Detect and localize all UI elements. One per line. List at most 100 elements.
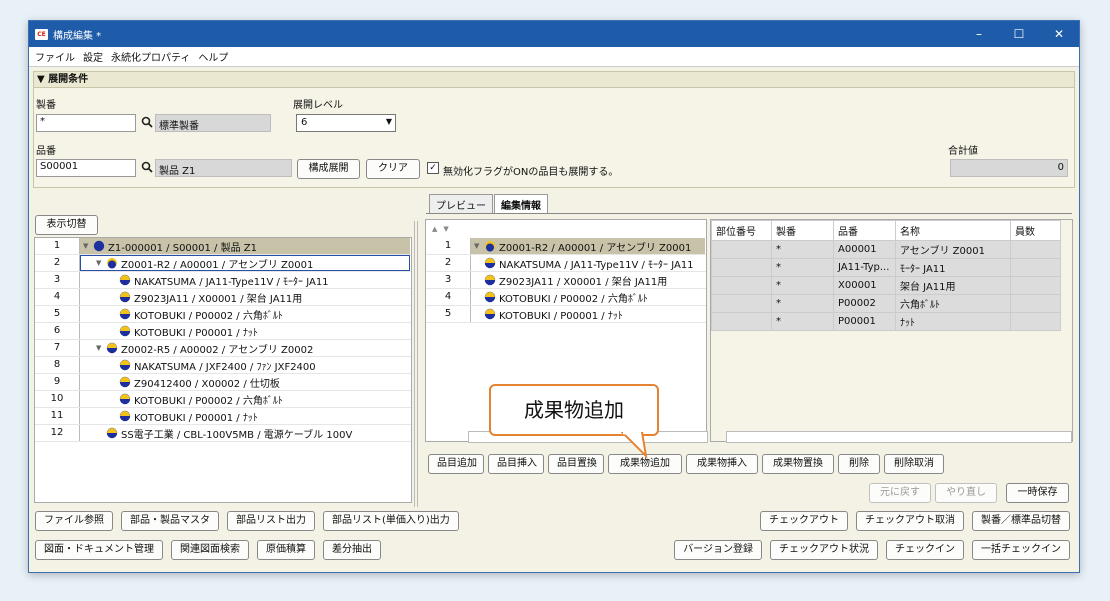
grid-cell[interactable]: 六角ﾎﾞﾙﾄ: [895, 294, 1011, 313]
add-item-button[interactable]: 品目追加: [428, 454, 484, 474]
grid-row[interactable]: * JA11-Typ... ﾓｰﾀｰ JA11: [711, 258, 1061, 277]
grid-cell[interactable]: P00001: [833, 312, 896, 331]
tree-row[interactable]: 6 KOTOBUKI / P00001 / ﾅｯﾄ: [35, 323, 411, 340]
sort-down-icon[interactable]: ▼: [443, 225, 448, 233]
grid-cell[interactable]: [1010, 312, 1061, 331]
grid-cell[interactable]: *: [771, 240, 834, 259]
grid-row[interactable]: * X00001 架台 JA11用: [711, 276, 1061, 295]
grid-cell[interactable]: 架台 JA11用: [895, 276, 1011, 295]
grid-cell[interactable]: *: [771, 276, 834, 295]
grid-cell[interactable]: ﾅｯﾄ: [895, 312, 1011, 331]
grid-cell[interactable]: [711, 240, 772, 259]
menu-persist-props[interactable]: 永続化プロパティ: [111, 49, 190, 64]
clear-button[interactable]: クリア: [366, 159, 420, 179]
temp-save-button[interactable]: 一時保存: [1006, 483, 1069, 503]
sort-up-icon[interactable]: ▲: [432, 225, 437, 233]
grid-header[interactable]: 製番: [771, 220, 834, 241]
undo-delete-button[interactable]: 削除取消: [884, 454, 944, 474]
expansion-conditions-header[interactable]: ▼ 展開条件: [34, 72, 1074, 88]
grid-header[interactable]: 員数: [1010, 220, 1061, 241]
grid-header[interactable]: 名称: [895, 220, 1011, 241]
tree-row[interactable]: 7 ▼ Z0002-R5 / A00002 / アセンブリ Z0002: [35, 340, 411, 357]
cost-estimate-button[interactable]: 原価積算: [257, 540, 315, 560]
expand-toggle-icon[interactable]: ▼: [96, 259, 104, 267]
seiban-input[interactable]: *: [36, 114, 136, 132]
tree-row[interactable]: 9 Z90412400 / X00002 / 仕切板: [35, 374, 411, 391]
minimize-button[interactable]: –: [959, 27, 999, 41]
grid-header[interactable]: 品番: [833, 220, 896, 241]
menu-file[interactable]: ファイル: [35, 49, 75, 64]
close-button[interactable]: ✕: [1039, 27, 1079, 41]
grid-cell[interactable]: [711, 276, 772, 295]
maximize-button[interactable]: ☐: [999, 27, 1039, 41]
related-drawing-search-button[interactable]: 関連図面検索: [171, 540, 249, 560]
grid-cell[interactable]: ﾓｰﾀｰ JA11: [895, 258, 1011, 277]
replace-item-button[interactable]: 品目置換: [548, 454, 604, 474]
tab-edit-info[interactable]: 編集情報: [494, 194, 548, 213]
tree-row[interactable]: 3 Z9023JA11 / X00001 / 架台 JA11用: [426, 272, 706, 289]
parts-list-export-button[interactable]: 部品リスト出力: [227, 511, 315, 531]
insert-deliverable-button[interactable]: 成果物挿入: [686, 454, 758, 474]
tree-row[interactable]: 4 Z9023JA11 / X00001 / 架台 JA11用: [35, 289, 411, 306]
grid-cell[interactable]: [711, 312, 772, 331]
tree-row[interactable]: 11 KOTOBUKI / P00001 / ﾅｯﾄ: [35, 408, 411, 425]
title-bar[interactable]: CE 構成編集 * – ☐ ✕: [29, 21, 1079, 47]
undo-button[interactable]: 元に戻す: [869, 483, 931, 503]
parts-list-price-export-button[interactable]: 部品リスト(単価入り)出力: [323, 511, 459, 531]
tree-row[interactable]: 10 KOTOBUKI / P00002 / 六角ﾎﾞﾙﾄ: [35, 391, 411, 408]
grid-cell[interactable]: [1010, 294, 1061, 313]
tree-row[interactable]: 4 KOTOBUKI / P00002 / 六角ﾎﾞﾙﾄ: [426, 289, 706, 306]
tree-row[interactable]: 5 KOTOBUKI / P00002 / 六角ﾎﾞﾙﾄ: [35, 306, 411, 323]
grid-row[interactable]: * P00002 六角ﾎﾞﾙﾄ: [711, 294, 1061, 313]
grid-cell[interactable]: [1010, 258, 1061, 277]
drawing-doc-management-button[interactable]: 図面・ドキュメント管理: [35, 540, 163, 560]
tree-row[interactable]: 1 ▼ Z0001-R2 / A00001 / アセンブリ Z0001: [426, 238, 706, 255]
grid-header[interactable]: 部位番号: [711, 220, 772, 241]
file-reference-button[interactable]: ファイル参照: [35, 511, 113, 531]
menu-settings[interactable]: 設定: [83, 49, 103, 64]
checkout-cancel-button[interactable]: チェックアウト取消: [856, 511, 964, 531]
level-select[interactable]: 6 ▼: [296, 114, 396, 132]
grid-cell[interactable]: [1010, 276, 1061, 295]
grid-row[interactable]: * A00001 アセンブリ Z0001: [711, 240, 1061, 259]
expand-button[interactable]: 構成展開: [297, 159, 360, 179]
delete-button[interactable]: 削除: [838, 454, 880, 474]
grid-row[interactable]: * P00001 ﾅｯﾄ: [711, 312, 1061, 331]
grid-cell[interactable]: A00001: [833, 240, 896, 259]
grid-cell[interactable]: [711, 258, 772, 277]
hinban-input[interactable]: S00001: [36, 159, 136, 177]
grid-hscroll[interactable]: [726, 431, 1072, 443]
grid-cell[interactable]: [1010, 240, 1061, 259]
version-register-button[interactable]: バージョン登録: [674, 540, 762, 560]
tree-row[interactable]: 3 NAKATSUMA / JA11-Type11V / ﾓｰﾀｰ JA11: [35, 272, 411, 289]
insert-item-button[interactable]: 品目挿入: [488, 454, 544, 474]
grid-cell[interactable]: *: [771, 258, 834, 277]
expand-toggle-icon[interactable]: ▼: [96, 344, 104, 352]
checkout-button[interactable]: チェックアウト: [760, 511, 848, 531]
checkout-status-button[interactable]: チェックアウト状況: [770, 540, 878, 560]
parts-master-button[interactable]: 部品・製品マスタ: [121, 511, 219, 531]
tree-row[interactable]: 2 ▼ Z0001-R2 / A00001 / アセンブリ Z0001: [35, 255, 411, 272]
show-disabled-checkbox[interactable]: ✓: [427, 162, 439, 174]
tree-row[interactable]: 8 NAKATSUMA / JXF2400 / ﾌｧﾝ JXF2400: [35, 357, 411, 374]
checkin-button[interactable]: チェックイン: [886, 540, 964, 560]
tree-row[interactable]: 12 SS電子工業 / CBL-100V5MB / 電源ケーブル 100V: [35, 425, 411, 442]
grid-cell[interactable]: JA11-Typ...: [833, 258, 896, 277]
menu-help[interactable]: ヘルプ: [198, 49, 228, 64]
grid-cell[interactable]: アセンブリ Z0001: [895, 240, 1011, 259]
grid-cell[interactable]: [711, 294, 772, 313]
tree-row[interactable]: 1 ▼ Z1-000001 / S00001 / 製品 Z1: [35, 238, 411, 255]
grid-cell[interactable]: P00002: [833, 294, 896, 313]
hinban-search-icon[interactable]: [141, 161, 153, 175]
bulk-checkin-button[interactable]: 一括チェックイン: [972, 540, 1070, 560]
redo-button[interactable]: やり直し: [935, 483, 997, 503]
replace-deliverable-button[interactable]: 成果物置換: [762, 454, 834, 474]
splitter-vertical[interactable]: [414, 221, 418, 507]
grid-cell[interactable]: *: [771, 312, 834, 331]
tab-preview[interactable]: プレビュー: [429, 194, 493, 213]
seiban-standard-toggle-button[interactable]: 製番／標準品切替: [972, 511, 1070, 531]
grid-cell[interactable]: *: [771, 294, 834, 313]
tree-row[interactable]: 5 KOTOBUKI / P00001 / ﾅｯﾄ: [426, 306, 706, 323]
expand-toggle-icon[interactable]: ▼: [83, 242, 91, 250]
display-toggle-button[interactable]: 表示切替: [35, 215, 98, 235]
